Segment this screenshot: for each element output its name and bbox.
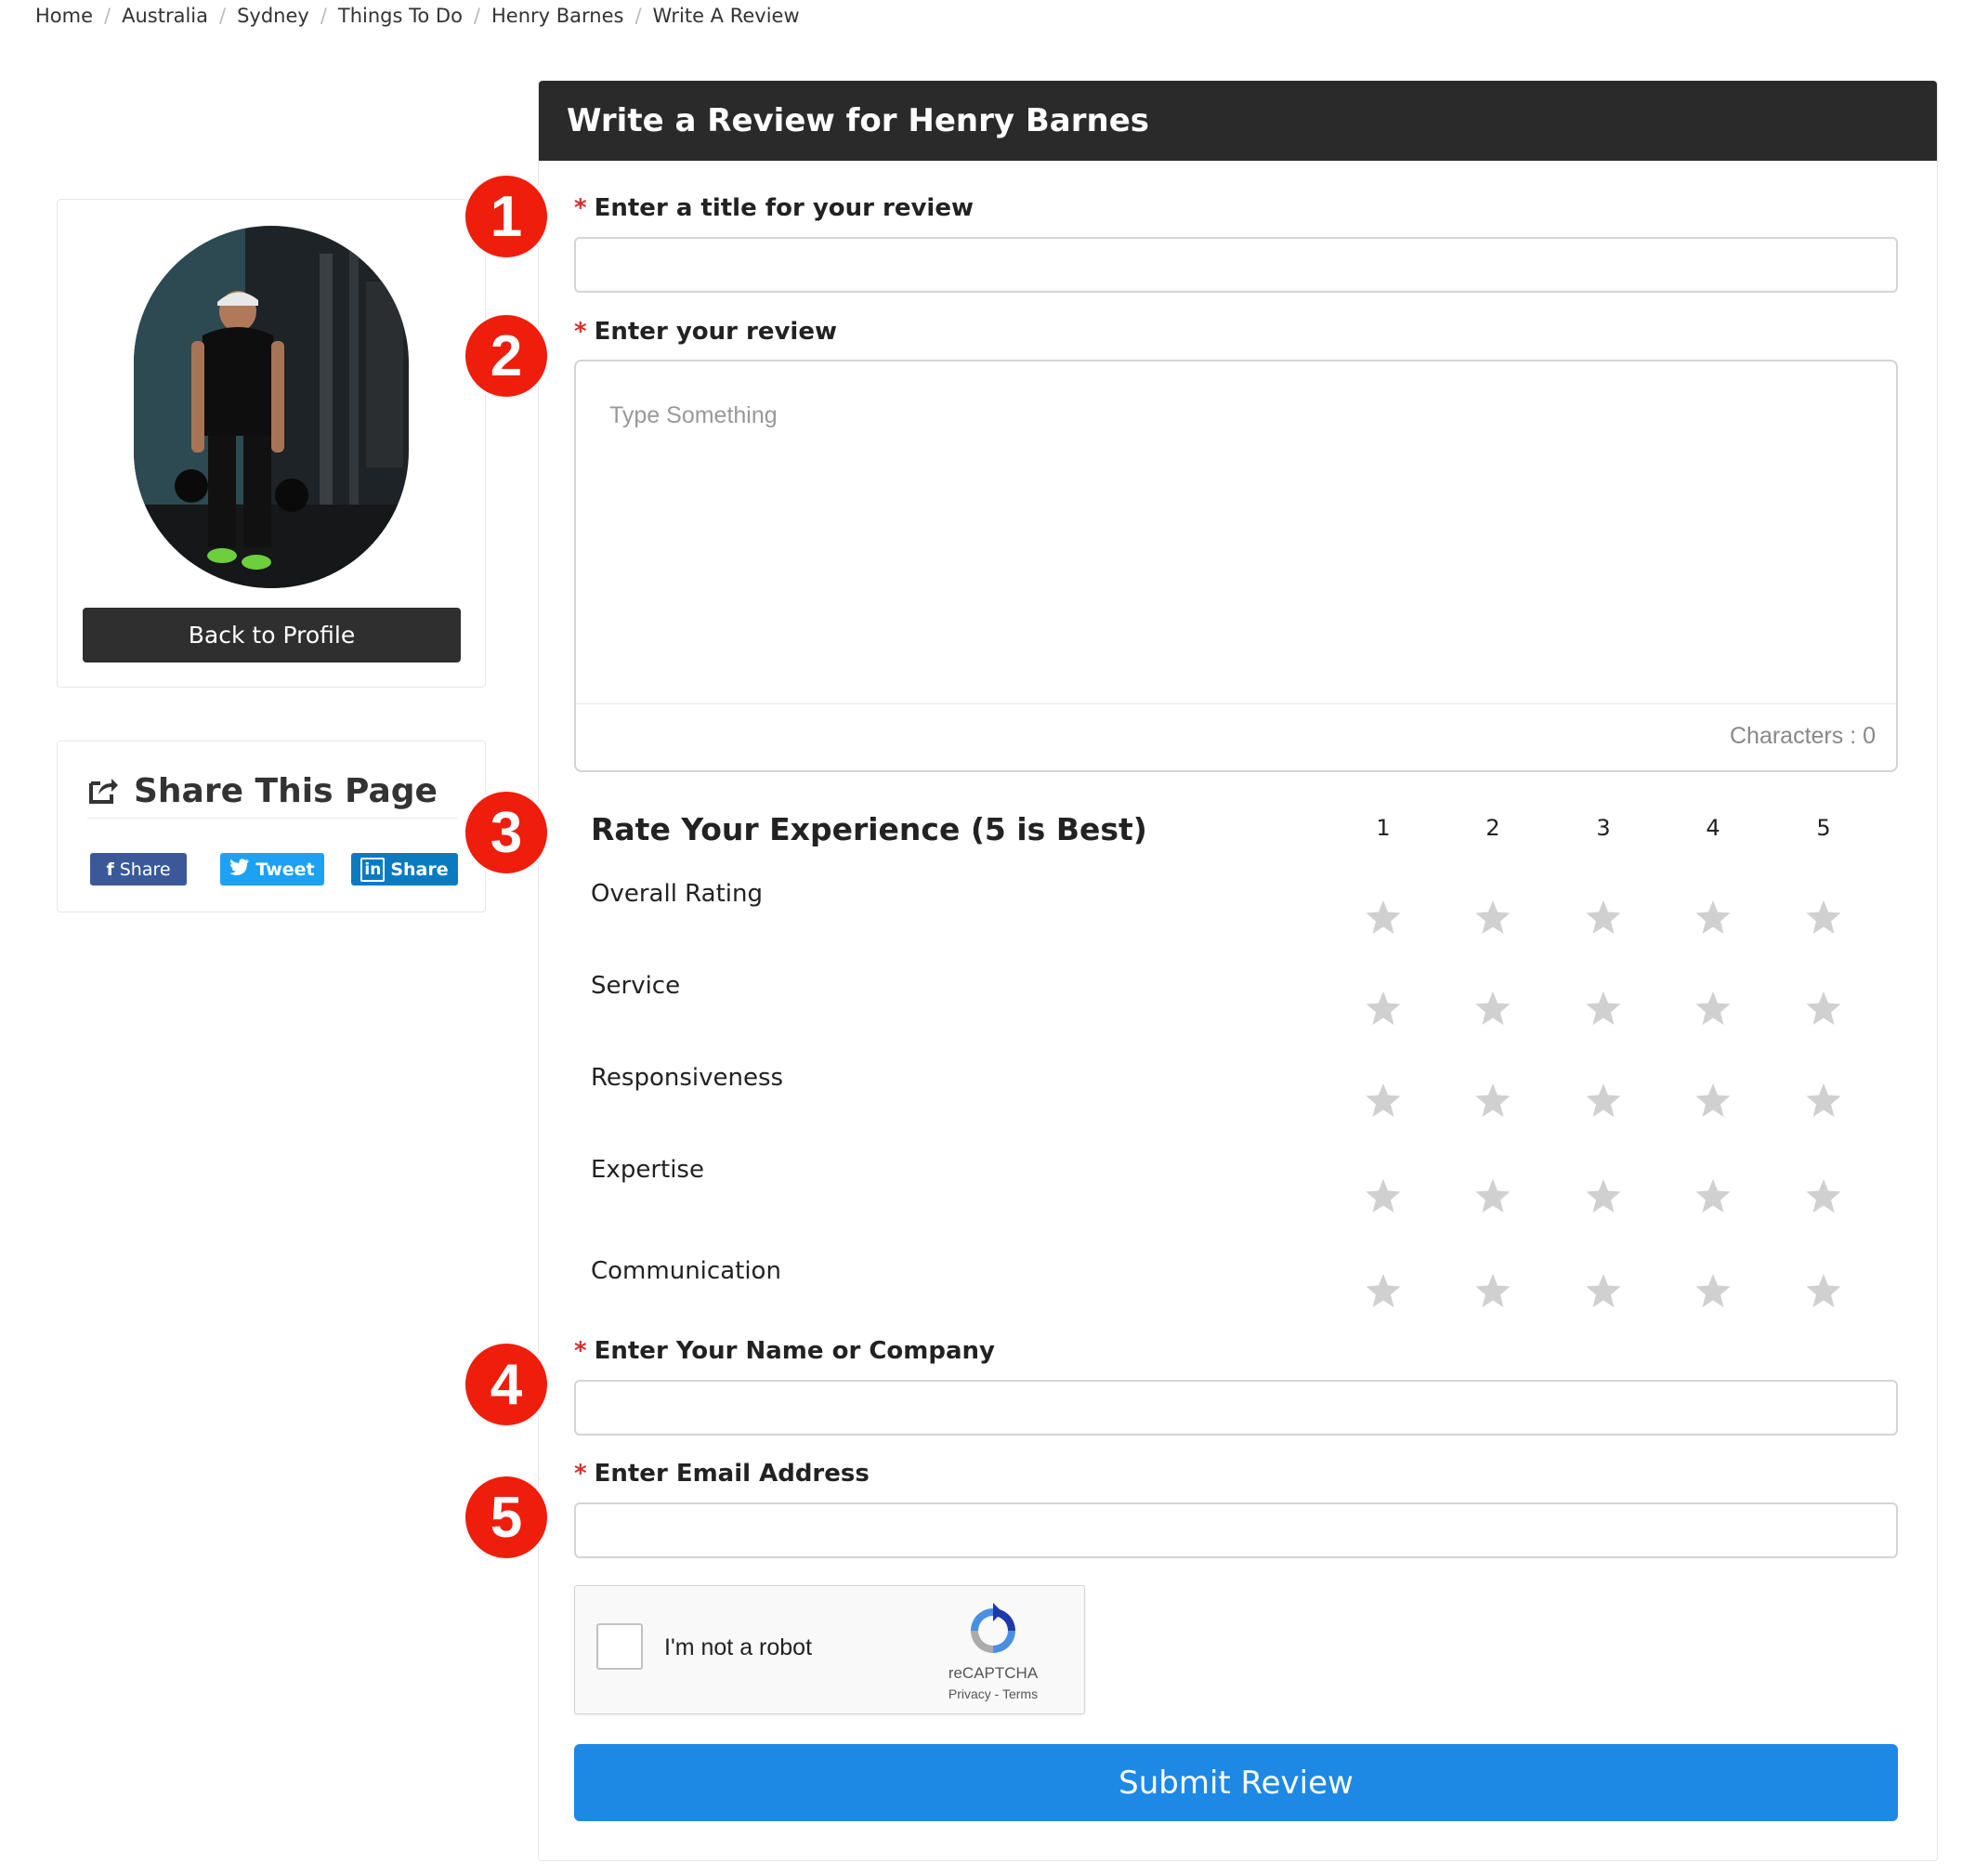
rating-row-label: Service	[591, 972, 681, 1000]
step-marker-2: 2	[463, 312, 550, 400]
rating-column-2: 2	[1485, 815, 1500, 841]
review-title-input[interactable]	[574, 237, 1898, 293]
review-label: * Enter your review	[574, 318, 837, 346]
submit-review-button[interactable]: Submit Review	[574, 1744, 1898, 1821]
star-icon[interactable]	[1805, 1272, 1842, 1309]
rating-column-1: 1	[1376, 815, 1391, 841]
star-icon[interactable]	[1474, 1082, 1511, 1119]
rating-row-label: Communication	[591, 1257, 781, 1285]
twitter-tweet-button[interactable]: Tweet	[220, 853, 324, 886]
recaptcha-icon	[965, 1603, 1021, 1659]
email-label: * Enter Email Address	[574, 1460, 870, 1488]
share-title: Share This Page	[134, 772, 438, 810]
facebook-share-button[interactable]: f Share	[90, 853, 187, 886]
star-icon[interactable]	[1585, 899, 1622, 936]
rating-column-3: 3	[1596, 815, 1611, 841]
share-header: Share This Page	[87, 765, 457, 819]
rating-column-5: 5	[1816, 815, 1831, 841]
share-icon	[87, 774, 119, 809]
recaptcha-label: I'm not a robot	[664, 1634, 813, 1660]
star-icon[interactable]	[1694, 990, 1732, 1027]
name-input[interactable]	[574, 1380, 1898, 1436]
star-icon[interactable]	[1365, 990, 1402, 1027]
star-icon[interactable]	[1365, 1177, 1402, 1214]
breadcrumb-australia[interactable]: Australia	[122, 5, 208, 27]
title-label: * Enter a title for your review	[574, 194, 974, 222]
back-to-profile-button[interactable]: Back to Profile	[83, 608, 461, 663]
star-icon[interactable]	[1585, 1082, 1622, 1119]
rating-column-4: 4	[1706, 815, 1720, 841]
star-icon[interactable]	[1805, 1082, 1842, 1119]
star-icon[interactable]	[1585, 990, 1622, 1027]
breadcrumb-henry-barnes[interactable]: Henry Barnes	[491, 5, 623, 27]
twitter-icon	[229, 859, 250, 880]
profile-photo	[134, 226, 409, 588]
breadcrumb-write-review: Write A Review	[652, 5, 800, 27]
linkedin-icon: in	[360, 857, 386, 882]
name-label: * Enter Your Name or Company	[574, 1337, 995, 1365]
review-form-panel: Write a Review for Henry Barnes * Enter a…	[538, 80, 1938, 1861]
rating-row-label: Overall Rating	[591, 880, 764, 908]
profile-card: Back to Profile	[57, 199, 486, 688]
recaptcha-links[interactable]: Privacy - Terms	[928, 1686, 1058, 1701]
breadcrumb-home[interactable]: Home	[35, 5, 93, 27]
share-card: Share This Page f Share Tweet in Share	[57, 741, 486, 912]
breadcrumb-things-to-do[interactable]: Things To Do	[338, 5, 463, 27]
email-input[interactable]	[574, 1502, 1898, 1558]
star-icon[interactable]	[1474, 990, 1511, 1027]
breadcrumb-sydney[interactable]: Sydney	[237, 5, 309, 27]
review-textarea[interactable]: Type Something Characters : 0	[574, 360, 1898, 772]
star-icon[interactable]	[1585, 1177, 1622, 1214]
linkedin-share-button[interactable]: in Share	[351, 853, 458, 886]
form-title: Write a Review for Henry Barnes	[539, 81, 1937, 161]
step-marker-4: 4	[463, 1341, 550, 1428]
star-icon[interactable]	[1474, 1177, 1511, 1214]
character-count: Characters : 0	[1729, 723, 1876, 749]
star-icon[interactable]	[1585, 1272, 1622, 1309]
star-icon[interactable]	[1365, 899, 1402, 936]
recaptcha-brand: reCAPTCHA	[948, 1664, 1039, 1682]
star-icon[interactable]	[1694, 899, 1732, 936]
star-icon[interactable]	[1694, 1272, 1732, 1309]
recaptcha-widget: I'm not a robot reCAPTCHA Privacy - Term…	[574, 1585, 1085, 1714]
star-icon[interactable]	[1694, 1082, 1732, 1119]
star-icon[interactable]	[1805, 899, 1842, 936]
step-marker-3: 3	[463, 789, 550, 876]
star-icon[interactable]	[1365, 1272, 1402, 1309]
star-icon[interactable]	[1805, 1177, 1842, 1214]
rating-row-label: Responsiveness	[591, 1064, 784, 1092]
facebook-icon: f	[106, 859, 114, 880]
recaptcha-checkbox[interactable]	[596, 1623, 643, 1670]
review-placeholder: Type Something	[609, 402, 778, 428]
star-icon[interactable]	[1474, 899, 1511, 936]
step-marker-5: 5	[463, 1474, 550, 1561]
review-footer: Characters : 0	[576, 703, 1896, 770]
star-icon[interactable]	[1805, 990, 1842, 1027]
rating-title: Rate Your Experience (5 is Best)	[591, 811, 1147, 847]
rating-row-label: Expertise	[591, 1156, 704, 1184]
breadcrumb: Home / Australia / Sydney / Things To Do / H…	[35, 5, 800, 27]
step-marker-1: 1	[463, 173, 550, 260]
star-icon[interactable]	[1474, 1272, 1511, 1309]
star-icon[interactable]	[1694, 1177, 1732, 1214]
star-icon[interactable]	[1365, 1082, 1402, 1119]
